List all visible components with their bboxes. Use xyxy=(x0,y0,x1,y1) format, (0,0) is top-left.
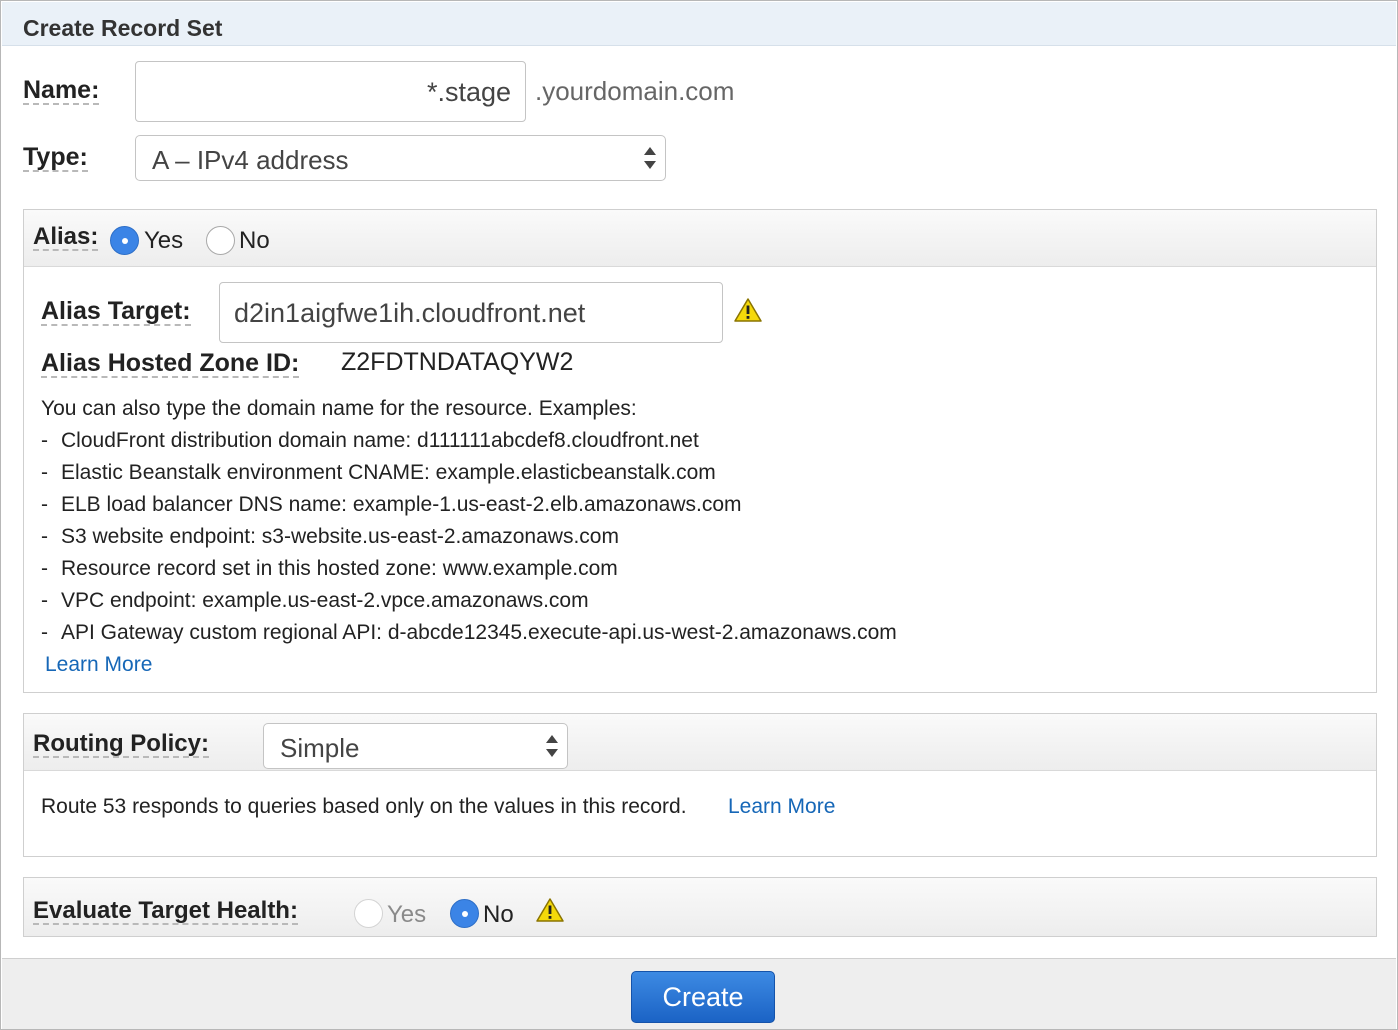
list-item: S3 website endpoint: s3-website.us-east-… xyxy=(41,521,897,553)
alias-no-label[interactable]: No xyxy=(239,227,270,255)
routing-panel xyxy=(23,713,1377,857)
alias-label: Alias: xyxy=(33,223,99,252)
create-record-set-dialog: Create Record Set Name: *.stage .yourdom… xyxy=(0,0,1398,1030)
alias-examples-list: CloudFront distribution domain name: d11… xyxy=(41,425,897,649)
create-button[interactable]: Create xyxy=(631,971,775,1023)
routing-panel-header xyxy=(24,714,1376,771)
routing-policy-select[interactable]: Simple xyxy=(263,723,568,769)
name-input[interactable]: *.stage xyxy=(135,61,526,122)
health-yes-radio[interactable] xyxy=(354,899,383,928)
dialog-title: Create Record Set xyxy=(23,15,223,41)
alias-target-input[interactable]: d2in1aigfwe1ih.cloudfront.net xyxy=(219,282,723,343)
evaluate-health-label: Evaluate Target Health: xyxy=(33,897,298,926)
list-item: CloudFront distribution domain name: d11… xyxy=(41,425,897,457)
alias-target-label: Alias Target: xyxy=(41,297,191,327)
name-label: Name: xyxy=(23,76,100,106)
routing-policy-label: Routing Policy: xyxy=(33,730,209,759)
alias-zone-value: Z2FDTNDATAQYW2 xyxy=(341,348,574,376)
warning-icon xyxy=(536,898,564,922)
health-yes-label[interactable]: Yes xyxy=(387,901,426,929)
alias-yes-radio[interactable] xyxy=(110,226,139,255)
select-arrows-icon xyxy=(546,733,558,759)
type-selected-value: A – IPv4 address xyxy=(152,145,349,175)
alias-intro-text: You can also type the domain name for th… xyxy=(41,397,637,420)
routing-selected-value: Simple xyxy=(280,733,360,763)
type-label: Type: xyxy=(23,143,88,173)
select-arrows-icon xyxy=(644,145,656,171)
list-item: ELB load balancer DNS name: example-1.us… xyxy=(41,489,897,521)
alias-yes-label[interactable]: Yes xyxy=(144,227,183,255)
alias-zone-label: Alias Hosted Zone ID: xyxy=(41,349,300,379)
type-select[interactable]: A – IPv4 address xyxy=(135,135,666,181)
alias-learn-more-link[interactable]: Learn More xyxy=(45,653,152,677)
list-item: Elastic Beanstalk environment CNAME: exa… xyxy=(41,457,897,489)
list-item: API Gateway custom regional API: d-abcde… xyxy=(41,617,897,649)
health-no-radio[interactable] xyxy=(450,899,479,928)
health-no-label[interactable]: No xyxy=(483,901,514,929)
routing-description: Route 53 responds to queries based only … xyxy=(41,795,687,818)
warning-icon xyxy=(734,298,762,322)
routing-learn-more-link[interactable]: Learn More xyxy=(728,795,835,819)
domain-suffix: .yourdomain.com xyxy=(535,76,735,106)
alias-target-value: d2in1aigfwe1ih.cloudfront.net xyxy=(234,298,586,328)
alias-no-radio[interactable] xyxy=(206,226,235,255)
dialog-header: Create Record Set xyxy=(2,2,1396,46)
list-item: Resource record set in this hosted zone:… xyxy=(41,553,897,585)
list-item: VPC endpoint: example.us-east-2.vpce.ama… xyxy=(41,585,897,617)
name-value: *.stage xyxy=(426,77,511,107)
